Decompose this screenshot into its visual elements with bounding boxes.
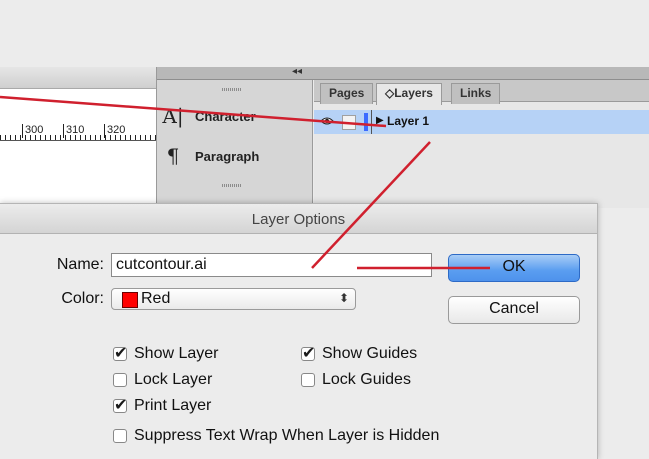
- paragraph-icon: ¶: [166, 144, 180, 168]
- checkbox-label: Show Guides: [322, 345, 418, 362]
- name-label: Name:: [56, 256, 104, 273]
- name-input[interactable]: [111, 253, 432, 277]
- character-icon: A|: [162, 104, 184, 128]
- document-window: 300 310 320: [0, 67, 157, 207]
- checkbox-box[interactable]: [301, 373, 315, 387]
- panel-tab-bar: Pages ◇Layers Links: [314, 80, 649, 105]
- checkbox-label: Print Layer: [134, 397, 212, 414]
- tab-layers[interactable]: ◇Layers: [376, 83, 442, 105]
- color-value: Red: [141, 290, 171, 307]
- checkbox-box[interactable]: [113, 373, 127, 387]
- cancel-button[interactable]: Cancel: [448, 296, 580, 324]
- checkbox-box[interactable]: [301, 343, 315, 362]
- horizontal-ruler[interactable]: 300 310 320: [0, 123, 156, 141]
- checkbox-label: Show Layer: [134, 345, 219, 362]
- lock-layer-checkbox[interactable]: Lock Layer: [113, 371, 212, 389]
- ruler-ticks: [0, 135, 156, 140]
- layer-row[interactable]: ▶ Layer 1: [314, 110, 649, 134]
- column-divider: [371, 110, 372, 134]
- document-titlebar[interactable]: [0, 67, 156, 89]
- checkbox-label: Suppress Text Wrap When Layer is Hidden: [134, 427, 440, 444]
- dock-grip[interactable]: [222, 184, 242, 187]
- double-chevron-left-icon[interactable]: ◂◂: [292, 66, 302, 77]
- select-arrows-icon: ⬍: [338, 291, 349, 305]
- layer-color-chip: [364, 113, 368, 131]
- layers-panel: Pages ◇Layers Links ▶ Layer 1: [314, 80, 649, 208]
- lock-toggle[interactable]: [342, 115, 356, 130]
- checkbox-box[interactable]: [113, 429, 127, 443]
- color-select[interactable]: Red ⬍: [111, 288, 356, 310]
- color-swatch: [122, 292, 138, 308]
- tab-links[interactable]: Links: [451, 83, 501, 104]
- dialog-title: Layer Options: [251, 211, 346, 228]
- dock-item-paragraph[interactable]: ¶ Paragraph: [157, 140, 313, 172]
- dock-item-character[interactable]: A| Character: [157, 100, 313, 132]
- checkbox-label: Lock Layer: [134, 371, 213, 388]
- collapsed-panel-dock: A| Character ¶ Paragraph: [157, 80, 313, 208]
- lock-guides-checkbox[interactable]: Lock Guides: [301, 371, 411, 389]
- dock-grip[interactable]: [222, 88, 242, 91]
- checkbox-box[interactable]: [113, 343, 127, 362]
- print-layer-checkbox[interactable]: Print Layer: [113, 395, 212, 415]
- checkbox-label: Lock Guides: [322, 371, 411, 388]
- dock-header: ◂◂: [157, 66, 649, 80]
- show-guides-checkbox[interactable]: Show Guides: [301, 343, 418, 363]
- color-label: Color:: [61, 290, 104, 307]
- dialog-titlebar[interactable]: Layer Options: [0, 204, 597, 234]
- dock-item-label: Character: [195, 108, 256, 124]
- checkbox-box[interactable]: [113, 395, 127, 414]
- ok-button[interactable]: OK: [448, 254, 580, 282]
- tab-pages[interactable]: Pages: [320, 83, 374, 104]
- disclosure-triangle-icon[interactable]: ▶: [376, 115, 384, 126]
- dock-item-label: Paragraph: [195, 148, 260, 164]
- eye-icon[interactable]: [320, 116, 334, 126]
- layer-name: Layer 1: [387, 114, 430, 128]
- layer-options-dialog: Layer Options Name: Color: Red ⬍ OK Canc…: [0, 203, 598, 459]
- show-layer-checkbox[interactable]: Show Layer: [113, 343, 219, 363]
- suppress-text-wrap-checkbox[interactable]: Suppress Text Wrap When Layer is Hidden: [113, 427, 439, 445]
